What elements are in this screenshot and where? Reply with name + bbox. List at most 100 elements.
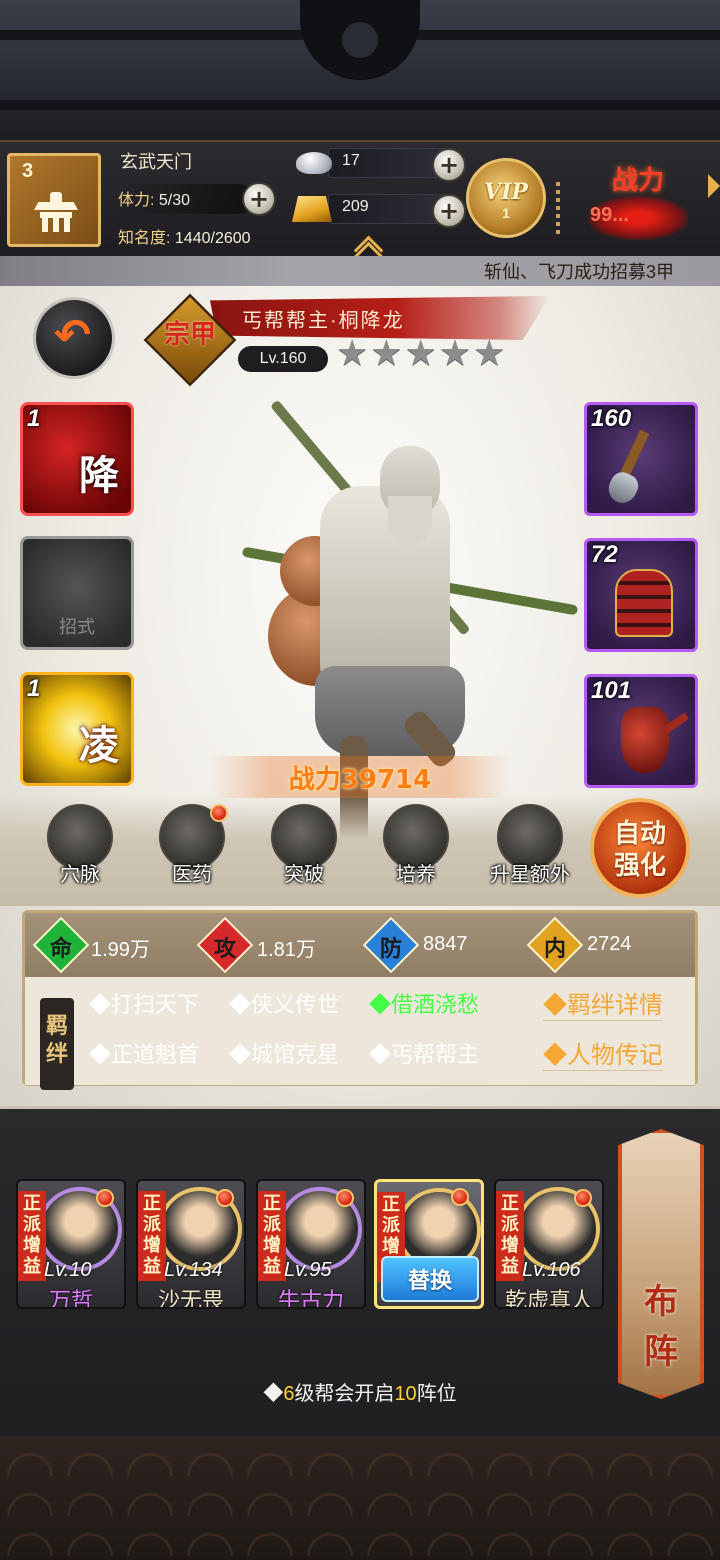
notification-dot xyxy=(574,1189,592,1207)
inner-badge-text: 内 xyxy=(543,936,566,962)
back-arrow-icon: ↶ xyxy=(54,310,91,361)
skill-slot-1[interactable]: 1 降 xyxy=(20,402,134,516)
expand-arrow-icon[interactable] xyxy=(352,234,382,250)
notification-dot xyxy=(96,1189,114,1207)
tip-num1: 6 xyxy=(283,1383,295,1405)
faction-tag: 正派增益 xyxy=(18,1191,46,1281)
defense-badge-text: 防 xyxy=(379,936,402,962)
sect-name: 玄武天门 xyxy=(120,152,192,172)
add-silver-button[interactable]: + xyxy=(432,148,466,182)
add-stamina-button[interactable]: + xyxy=(242,182,276,216)
replace-button[interactable]: 替换 xyxy=(381,1256,479,1302)
star-rating: ★ ★ ★ ★ ★ xyxy=(336,336,505,372)
divider-ornament xyxy=(556,182,560,238)
gold-ingot-icon xyxy=(292,196,332,222)
notification-dot xyxy=(451,1188,469,1206)
lineup-slot-2[interactable]: 正派增益 Lv.134 沙无畏 xyxy=(136,1179,246,1309)
marquee-text: 斩仙、飞刀成功招募3甲 xyxy=(484,262,675,282)
equipment-count: 72 xyxy=(591,541,618,568)
lineup-slot-3[interactable]: 正派增益 Lv.95 牛古力 xyxy=(256,1179,366,1309)
fame-row: 知名度: 1440/2600 xyxy=(118,224,251,248)
hero-level: Lv.134 xyxy=(164,1259,223,1281)
equipment-slot-accessory[interactable]: 101 xyxy=(584,674,698,788)
medicine-button[interactable]: 医药 xyxy=(152,804,232,894)
fame-value: 1440/2600 xyxy=(174,230,251,247)
star-up-button[interactable]: 升星额外 xyxy=(488,804,572,894)
breakthrough-button[interactable]: 突破 xyxy=(264,804,344,894)
cultivate-button[interactable]: 培养 xyxy=(376,804,456,894)
sect-gate-icon xyxy=(34,192,78,232)
skill-glyph: 凌 xyxy=(79,722,119,769)
attack-value: 1.81万 xyxy=(257,939,316,961)
skill-glyph: 降 xyxy=(79,452,119,499)
armor-icon xyxy=(615,569,673,637)
hero-level: Lv.10 xyxy=(44,1259,92,1281)
inner-value: 2724 xyxy=(587,933,632,955)
star-icon: ★ xyxy=(404,333,437,374)
equipment-count: 101 xyxy=(591,677,632,704)
star-icon: ★ xyxy=(370,333,403,374)
character-bio-link[interactable]: ◆人物传记 xyxy=(543,1035,663,1071)
character-title-name: 丐帮帮主·桐降龙 xyxy=(242,310,405,332)
bond-item: ◆正道魁首 xyxy=(89,1042,200,1067)
skill-slot-2[interactable]: 招式 xyxy=(20,536,134,650)
bond-item: ◆丐帮帮主 xyxy=(369,1042,480,1067)
action-label: 培养 xyxy=(396,864,436,886)
player-header: 3 玄武天门 体力: 5/30 + 知名度: 1440/2600 17 + 20… xyxy=(0,140,720,256)
lineup-slot-4[interactable]: 正派增益 替换 xyxy=(374,1179,484,1309)
bond-item: ◆城馆克星 xyxy=(229,1042,340,1067)
action-label: 突破 xyxy=(284,864,324,886)
skill-slot-3[interactable]: 1 凌 xyxy=(20,672,134,786)
action-label: 穴脉 xyxy=(60,864,100,886)
hero-name: 乾虚真人 xyxy=(504,1288,593,1309)
lineup-panel: 正派增益 Lv.10 万哲 正派增益 Lv.134 沙无畏 正派增益 Lv.95… xyxy=(0,1106,720,1436)
add-gold-button[interactable]: + xyxy=(432,194,466,228)
character-combat-power: 战力39714 xyxy=(210,756,510,798)
power-label: 战力 xyxy=(612,166,665,196)
skill-count: 1 xyxy=(27,675,41,702)
lineup-slot-5[interactable]: 正派增益 Lv.106 乾虚真人 xyxy=(494,1179,604,1309)
equipment-slot-weapon[interactable]: 160 xyxy=(584,402,698,516)
bond-details-link[interactable]: ◆羁绊详情 xyxy=(543,985,663,1021)
formation-label-bottom: 阵 xyxy=(644,1332,678,1372)
meridian-button[interactable]: 穴脉 xyxy=(40,804,120,894)
silver-value: 17 xyxy=(342,152,360,169)
auto-enhance-line1: 自动 xyxy=(613,819,666,849)
defense-value: 8847 xyxy=(423,933,468,955)
stamina-label: 体力: xyxy=(118,192,155,209)
gold-value: 209 xyxy=(342,198,369,215)
vip-button[interactable]: VIP 1 xyxy=(466,158,546,238)
character-panel: ↶ 丐帮帮主·桐降龙 宗甲 Lv.160 ★ ★ ★ ★ ★ 1 降 招式 1 凌 16… xyxy=(0,286,720,1106)
bond-item: ◆打扫天下 xyxy=(89,992,200,1017)
fame-label: 知名度: xyxy=(118,230,171,247)
formation-label: 布 阵 xyxy=(638,1277,684,1377)
tip-num2: 10 xyxy=(394,1383,417,1405)
sect-level-button[interactable]: 3 xyxy=(7,153,101,247)
star-icon: ★ xyxy=(336,333,369,374)
back-button[interactable]: ↶ xyxy=(36,300,112,376)
star-icon: ★ xyxy=(473,333,506,374)
vip-text: VIP xyxy=(484,179,528,205)
hero-level: Lv.95 xyxy=(284,1259,332,1281)
hp-badge-text: 命 xyxy=(49,936,72,962)
stamina-row: 体力: 5/30 xyxy=(118,186,190,210)
lineup-slot-1[interactable]: 正派增益 Lv.10 万哲 xyxy=(16,1179,126,1309)
auto-enhance-button[interactable]: 自动 强化 xyxy=(590,798,690,898)
equipment-slot-armor[interactable]: 72 xyxy=(584,538,698,652)
side-arrow-icon[interactable] xyxy=(708,174,720,198)
auto-enhance-line2: 强化 xyxy=(613,851,666,881)
equipment-count: 160 xyxy=(591,405,632,432)
faction-tag: 正派增益 xyxy=(258,1191,286,1281)
skill-count: 1 xyxy=(27,405,41,432)
footer-decoration xyxy=(0,1436,720,1560)
attack-badge-text: 攻 xyxy=(213,936,236,962)
formation-tip: ◆6级帮会开启10阵位 xyxy=(0,1377,720,1406)
star-icon: ★ xyxy=(438,333,472,374)
attribute-row: 命 1.99万 攻 1.81万 防 8847 内 2724 xyxy=(25,913,695,977)
notification-dot xyxy=(216,1189,234,1207)
vip-level: 1 xyxy=(502,205,510,221)
stats-panel: 命 1.99万 攻 1.81万 防 8847 内 2724 ◆打扫天下 ◆侠义传… xyxy=(22,910,698,1086)
hero-name: 万哲 xyxy=(48,1288,93,1309)
tip-prefix: ◆ xyxy=(263,1383,284,1405)
faction-tag: 正派增益 xyxy=(496,1191,524,1281)
